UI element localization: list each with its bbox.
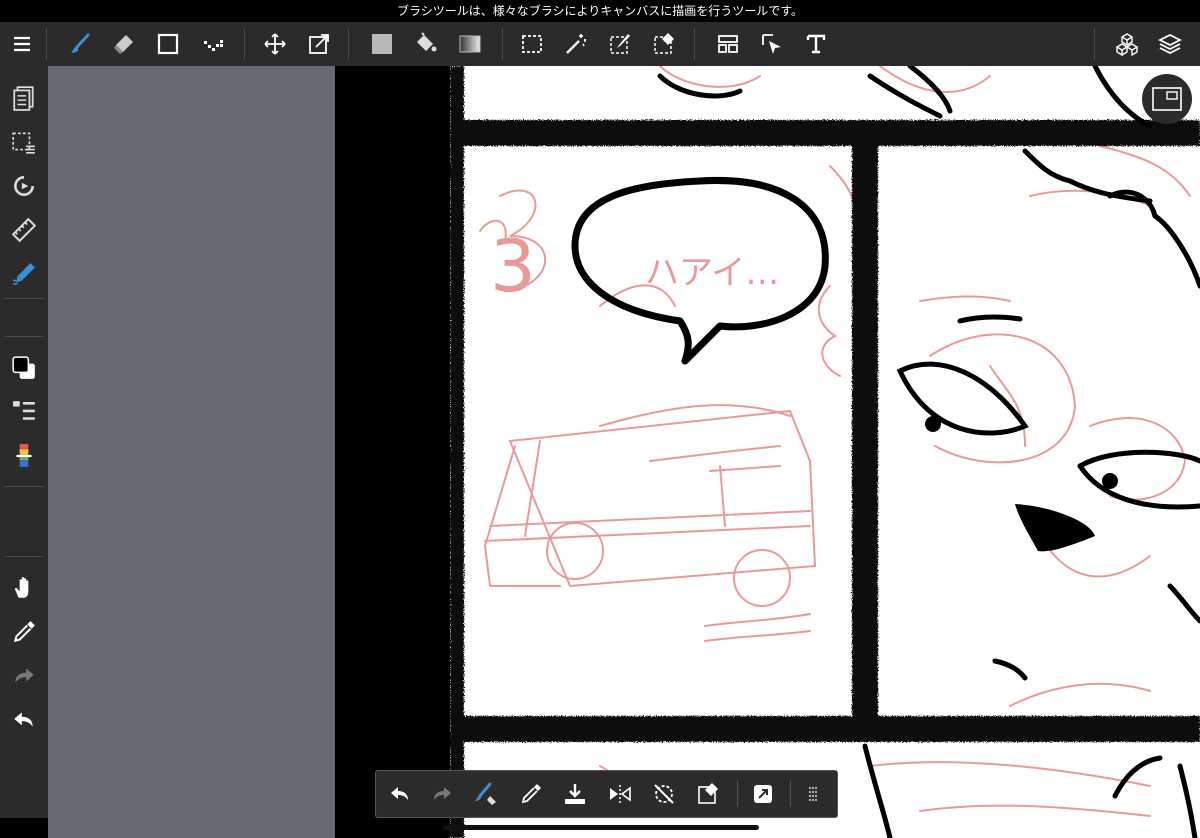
flip-icon[interactable] [598, 771, 642, 817]
hand-icon[interactable] [0, 568, 48, 608]
menu-icon[interactable] [2, 22, 42, 66]
navigator-icon [1152, 87, 1182, 111]
select-pen-icon[interactable] [600, 22, 640, 66]
frame-divider-icon[interactable] [708, 22, 748, 66]
left-sidebar [0, 66, 48, 818]
pages-icon[interactable] [0, 78, 48, 118]
color-swatch-icon[interactable] [0, 348, 48, 388]
redo-icon[interactable] [420, 771, 464, 817]
quick-access-bar [375, 770, 838, 818]
status-text: ブラシツールは、様々なブラシによりキャンバスに描画を行うツールです。 [396, 4, 804, 18]
fill-color-icon[interactable] [362, 22, 402, 66]
brush-icon[interactable] [60, 22, 100, 66]
eraser-icon[interactable] [104, 22, 144, 66]
undo-icon[interactable] [0, 700, 48, 740]
canvas[interactable]: ハアイ… 3 [450, 66, 1200, 838]
transform-icon[interactable] [299, 22, 339, 66]
navigator-button[interactable] [1142, 74, 1192, 124]
select-eraser-icon[interactable] [644, 22, 684, 66]
fullscreen-icon[interactable] [741, 771, 785, 817]
panel-number: 3 [490, 224, 536, 308]
canvas-margin [335, 66, 450, 838]
manga-drawing: ハアイ… 3 [450, 66, 1200, 838]
home-indicator[interactable] [443, 825, 759, 830]
rotate-reset-icon[interactable] [642, 771, 686, 817]
rotate-icon[interactable] [0, 166, 48, 206]
status-bar: ブラシツールは、様々なブラシによりキャンバスに描画を行うツールです。 [0, 0, 1200, 22]
ruler-icon[interactable] [0, 210, 48, 250]
select-rect-icon[interactable] [512, 22, 552, 66]
text-icon[interactable] [796, 22, 836, 66]
palette-icon[interactable] [0, 436, 48, 476]
clear-icon[interactable] [686, 771, 730, 817]
brush-list-icon[interactable] [0, 392, 48, 432]
snap-icon[interactable] [0, 254, 48, 294]
undo-icon[interactable] [378, 771, 422, 817]
object-select-icon[interactable] [752, 22, 792, 66]
dot-icon[interactable] [194, 22, 234, 66]
redo-icon[interactable] [0, 656, 48, 696]
download-icon[interactable] [553, 771, 597, 817]
eyedropper-icon[interactable] [509, 771, 553, 817]
selection-icon[interactable] [0, 123, 48, 163]
3d-icon[interactable] [1107, 22, 1147, 66]
eyedropper-icon[interactable] [0, 612, 48, 652]
speech-text: ハアイ… [645, 253, 779, 293]
layers-icon[interactable] [1150, 22, 1190, 66]
gradient-icon[interactable] [450, 22, 490, 66]
brush-swap-icon[interactable] [464, 771, 508, 817]
magic-wand-icon[interactable] [556, 22, 596, 66]
grip-icon[interactable] [791, 771, 835, 817]
move-icon[interactable] [255, 22, 295, 66]
workspace-background [48, 66, 335, 838]
shape-icon[interactable] [148, 22, 188, 66]
main-toolbar [0, 22, 1200, 66]
bucket-icon[interactable] [406, 22, 446, 66]
